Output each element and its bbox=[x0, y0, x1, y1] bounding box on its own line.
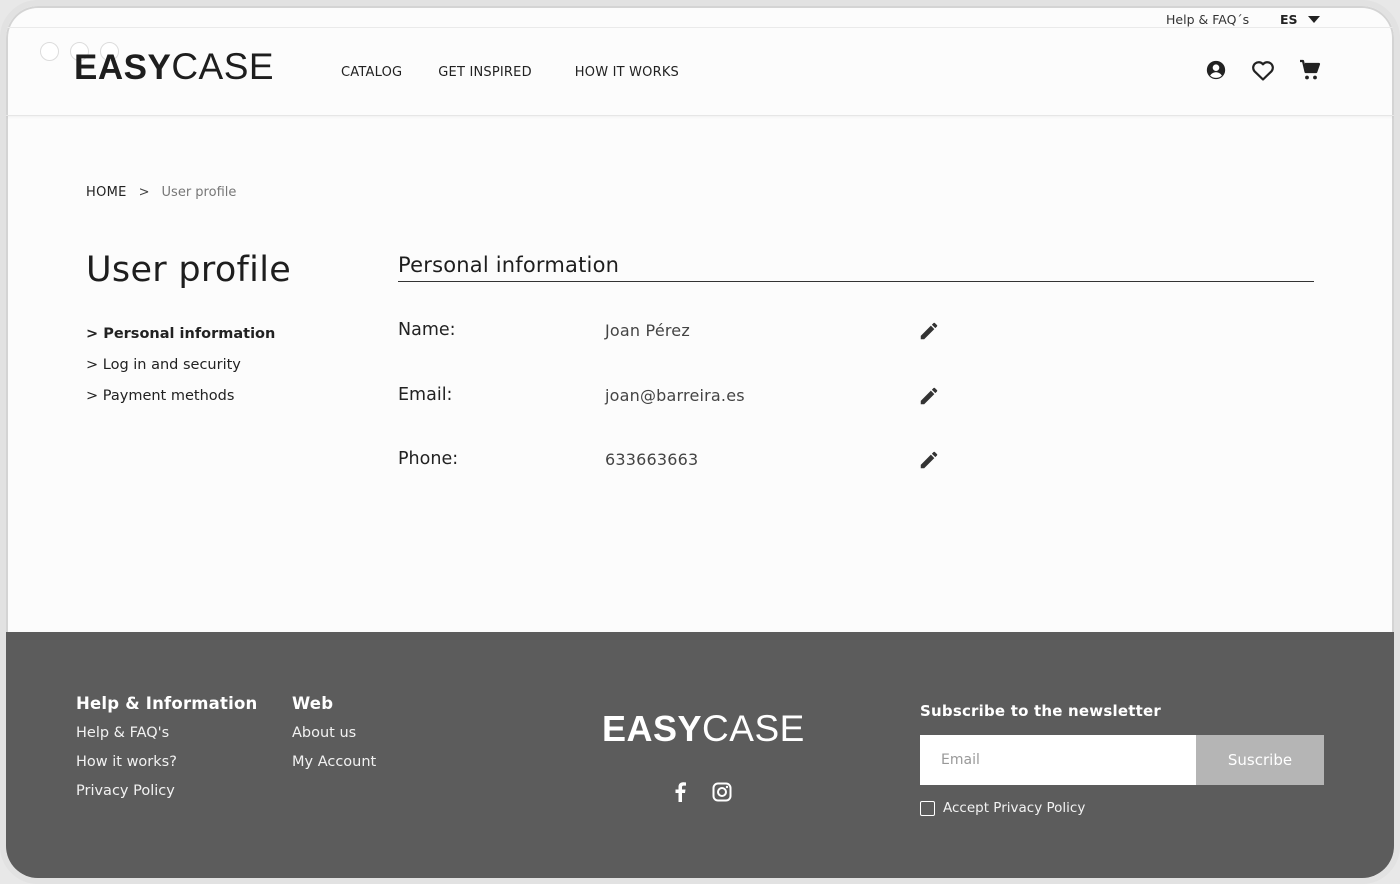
footer-link-privacy-policy[interactable]: Privacy Policy bbox=[76, 783, 257, 812]
profile-sidebar: > Personal information > Log in and secu… bbox=[86, 326, 275, 419]
footer-web-column: Web About us My Account bbox=[292, 694, 376, 783]
field-value: Joan Pérez bbox=[605, 321, 690, 340]
site-header: EASYCASE CATALOG GET INSPIRED HOW IT WOR… bbox=[6, 28, 1394, 116]
logo-light-text: CASE bbox=[171, 46, 275, 87]
breadcrumb-current: User profile bbox=[161, 185, 237, 200]
main-nav: CATALOG GET INSPIRED HOW IT WORKS bbox=[341, 65, 715, 80]
nav-how-it-works[interactable]: HOW IT WORKS bbox=[575, 65, 679, 80]
top-bar: Help & FAQ´s ES bbox=[6, 6, 1394, 28]
footer-logo[interactable]: EASYCASE bbox=[602, 708, 805, 750]
footer-link-how-it-works[interactable]: How it works? bbox=[76, 754, 257, 783]
edit-email-icon[interactable] bbox=[918, 385, 942, 409]
footer-link-about-us[interactable]: About us bbox=[292, 725, 376, 754]
newsletter-title: Subscribe to the newsletter bbox=[920, 702, 1161, 720]
language-selector[interactable]: ES bbox=[1280, 12, 1320, 27]
edit-phone-icon[interactable] bbox=[918, 449, 942, 473]
field-row-phone: Phone: 633663663 bbox=[398, 449, 958, 479]
breadcrumb-separator: > bbox=[138, 185, 150, 200]
field-label: Phone: bbox=[398, 449, 459, 469]
footer-logo-bold-text: EASY bbox=[602, 708, 703, 749]
subscribe-button[interactable]: Suscribe bbox=[1196, 735, 1324, 785]
field-value: 633663663 bbox=[605, 450, 699, 469]
page-title: User profile bbox=[86, 250, 292, 290]
field-value: joan@barreira.es bbox=[605, 386, 745, 405]
privacy-checkbox[interactable] bbox=[920, 800, 935, 816]
privacy-checkbox-row: Accept Privacy Policy bbox=[920, 800, 1085, 816]
site-footer: Help & Information Help & FAQ's How it w… bbox=[6, 632, 1394, 878]
footer-link-my-account[interactable]: My Account bbox=[292, 754, 376, 783]
field-label: Name: bbox=[398, 320, 456, 340]
footer-link-help-faq[interactable]: Help & FAQ's bbox=[76, 725, 257, 754]
edit-name-icon[interactable] bbox=[918, 320, 942, 344]
privacy-checkbox-label[interactable]: Accept Privacy Policy bbox=[943, 800, 1085, 816]
field-row-email: Email: joan@barreira.es bbox=[398, 385, 958, 415]
heart-icon[interactable] bbox=[1249, 56, 1276, 83]
field-row-name: Name: Joan Pérez bbox=[398, 320, 958, 350]
footer-logo-light-text: CASE bbox=[702, 708, 805, 749]
logo[interactable]: EASYCASE bbox=[74, 46, 274, 88]
breadcrumb-home[interactable]: HOME bbox=[86, 185, 127, 200]
footer-web-title: Web bbox=[292, 694, 334, 713]
nav-get-inspired[interactable]: GET INSPIRED bbox=[438, 65, 532, 80]
instagram-icon[interactable] bbox=[710, 780, 734, 804]
footer-help-column: Help & Information Help & FAQ's How it w… bbox=[76, 694, 257, 812]
header-icons bbox=[1202, 56, 1323, 83]
newsletter-form: Suscribe bbox=[920, 735, 1324, 785]
social-links bbox=[668, 780, 734, 804]
help-faq-link[interactable]: Help & FAQ´s bbox=[1166, 12, 1249, 27]
sidebar-item-personal-information[interactable]: > Personal information bbox=[86, 326, 275, 357]
app-window: Help & FAQ´s ES EASYCASE CATALOG GET INS… bbox=[0, 0, 1400, 884]
nav-catalog[interactable]: CATALOG bbox=[341, 65, 402, 80]
logo-bold-text: EASY bbox=[74, 48, 172, 87]
section-title: Personal information bbox=[398, 253, 1314, 282]
footer-help-title: Help & Information bbox=[76, 694, 258, 713]
facebook-icon[interactable] bbox=[668, 780, 692, 804]
cart-icon[interactable] bbox=[1296, 56, 1323, 83]
breadcrumb: HOME > User profile bbox=[86, 185, 236, 200]
sidebar-item-login-security[interactable]: > Log in and security bbox=[86, 357, 275, 388]
newsletter-email-input[interactable] bbox=[920, 735, 1196, 785]
sidebar-item-payment-methods[interactable]: > Payment methods bbox=[86, 388, 275, 419]
language-label: ES bbox=[1280, 12, 1298, 27]
field-label: Email: bbox=[398, 385, 453, 405]
caret-down-icon bbox=[1307, 16, 1320, 23]
account-icon[interactable] bbox=[1202, 56, 1229, 83]
